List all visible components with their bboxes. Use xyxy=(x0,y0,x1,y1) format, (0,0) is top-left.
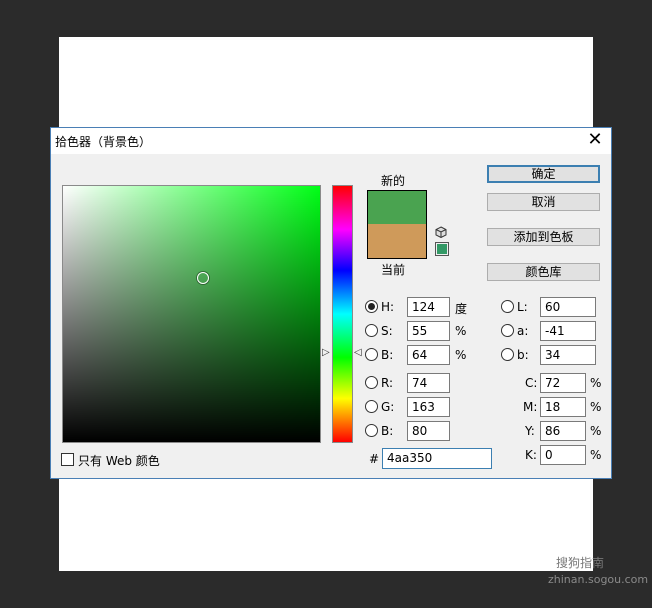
black-field[interactable]: 0 xyxy=(540,445,586,465)
lab-l-radio[interactable] xyxy=(501,300,514,313)
green-label: G: xyxy=(381,400,395,414)
cyan-row: C: 72 % xyxy=(511,373,611,393)
blue-row: B: 80 xyxy=(365,421,465,441)
black-unit: % xyxy=(590,448,602,462)
lab-l-label: L: xyxy=(517,300,528,314)
red-label: R: xyxy=(381,376,394,390)
hue-slider-left-arrow-icon[interactable]: ▷ xyxy=(322,348,330,358)
cyan-field[interactable]: 72 xyxy=(540,373,586,393)
brightness-unit: % xyxy=(455,348,467,362)
brightness-label: B: xyxy=(381,348,394,362)
green-radio[interactable] xyxy=(365,400,378,413)
saturation-radio[interactable] xyxy=(365,324,378,337)
magenta-label: M: xyxy=(523,400,538,414)
magenta-row: M: 18 % xyxy=(511,397,611,417)
lab-b-label: b: xyxy=(517,348,529,362)
lab-b-row: b: 34 xyxy=(501,345,601,365)
watermark-logo-text: 搜狗指南 xyxy=(556,556,605,570)
title-bar: 拾色器（背景色） ✕ xyxy=(51,128,611,154)
magenta-unit: % xyxy=(590,400,602,414)
hue-label: H: xyxy=(381,300,395,314)
brightness-radio[interactable] xyxy=(365,348,378,361)
hex-hash-label: # xyxy=(369,452,380,466)
red-radio[interactable] xyxy=(365,376,378,389)
new-color-swatch xyxy=(368,191,426,224)
watermark-url: zhinan.sogou.com xyxy=(548,573,649,586)
new-color-label: 新的 xyxy=(381,174,406,188)
saturation-label: S: xyxy=(381,324,393,338)
saturation-brightness-field[interactable] xyxy=(62,185,321,443)
out-of-gamut-cube-icon[interactable] xyxy=(435,226,447,238)
lab-a-radio[interactable] xyxy=(501,324,514,337)
hue-unit: 度 xyxy=(455,302,468,316)
hue-slider-right-arrow-icon[interactable]: ◁ xyxy=(354,348,362,358)
blue-label: B: xyxy=(381,424,394,438)
cyan-label: C: xyxy=(525,376,538,390)
lab-a-row: a: -41 xyxy=(501,321,601,341)
black-row: K: 0 % xyxy=(511,445,611,465)
hue-radio[interactable] xyxy=(365,300,378,313)
brightness-field[interactable]: 64 xyxy=(407,345,450,365)
close-icon[interactable]: ✕ xyxy=(585,130,605,150)
web-only-checkbox[interactable] xyxy=(61,453,74,466)
green-field[interactable]: 163 xyxy=(407,397,450,417)
add-to-swatches-button[interactable]: 添加到色板 xyxy=(487,228,600,246)
lab-l-row: L: 60 xyxy=(501,297,601,317)
web-only-label: 只有 Web 颜色 xyxy=(78,454,160,468)
hue-slider[interactable] xyxy=(332,185,353,443)
blue-field[interactable]: 80 xyxy=(407,421,450,441)
saturation-row: S: 55 % xyxy=(365,321,485,341)
red-field[interactable]: 74 xyxy=(407,373,450,393)
color-libraries-button[interactable]: 颜色库 xyxy=(487,263,600,281)
current-color-label: 当前 xyxy=(381,263,406,277)
cancel-button[interactable]: 取消 xyxy=(487,193,600,211)
lab-b-field[interactable]: 34 xyxy=(540,345,596,365)
yellow-row: Y: 86 % xyxy=(511,421,611,441)
ok-button[interactable]: 确定 xyxy=(487,165,600,183)
color-preview xyxy=(367,190,427,259)
yellow-label: Y: xyxy=(525,424,535,438)
lab-a-field[interactable]: -41 xyxy=(540,321,596,341)
field-dark-layer xyxy=(63,186,320,442)
blue-radio[interactable] xyxy=(365,424,378,437)
red-row: R: 74 xyxy=(365,373,465,393)
yellow-unit: % xyxy=(590,424,602,438)
hex-field[interactable]: 4aa350 xyxy=(382,448,492,469)
magenta-field[interactable]: 18 xyxy=(540,397,586,417)
color-cursor[interactable] xyxy=(197,272,209,284)
lab-b-radio[interactable] xyxy=(501,348,514,361)
yellow-field[interactable]: 86 xyxy=(540,421,586,441)
black-label: K: xyxy=(525,448,537,462)
hue-row: H: 124 度 xyxy=(365,297,485,317)
color-picker-dialog: 拾色器（背景色） ✕ ▷ ◁ 新的 当前 确定 取消 添加到色板 颜色库 H: … xyxy=(50,127,612,479)
dialog-title: 拾色器（背景色） xyxy=(55,135,152,149)
websafe-color-icon[interactable] xyxy=(435,242,449,256)
cyan-unit: % xyxy=(590,376,602,390)
saturation-field[interactable]: 55 xyxy=(407,321,450,341)
current-color-swatch[interactable] xyxy=(368,224,426,258)
green-row: G: 163 xyxy=(365,397,465,417)
lab-l-field[interactable]: 60 xyxy=(540,297,596,317)
hue-field[interactable]: 124 xyxy=(407,297,450,317)
saturation-unit: % xyxy=(455,324,467,338)
brightness-row: B: 64 % xyxy=(365,345,485,365)
lab-a-label: a: xyxy=(517,324,529,338)
